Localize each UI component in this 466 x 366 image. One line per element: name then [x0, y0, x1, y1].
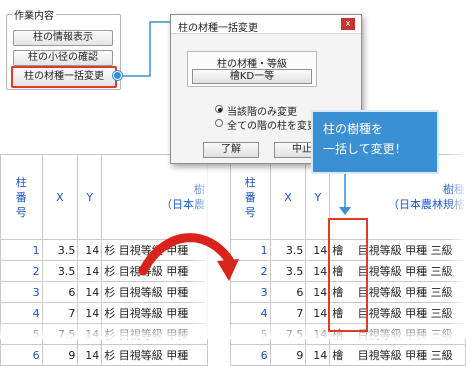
material-group-box: 柱の材種・等級 檜KD一等 [187, 51, 317, 87]
y-value: 14 [305, 344, 331, 366]
dialog-connector-line [122, 21, 171, 77]
grade-value: 目視等級 甲種 三級 [355, 344, 466, 366]
material-select[interactable]: 檜KD一等 [192, 69, 312, 84]
material-value: 杉 目視等級 甲種 [101, 344, 208, 366]
species-value: 檜 [329, 344, 356, 366]
radio-current-floor[interactable] [215, 105, 223, 113]
callout-line-2: 一括して変更！ [323, 142, 407, 156]
radio-all-floors-label: 全ての階の柱を変更 [227, 121, 317, 132]
dialog-titlebar: 柱の材種一括変更 x [171, 15, 361, 34]
close-icon[interactable]: x [341, 18, 355, 30]
table-row[interactable]: 6 9 14 杉 目視等級 甲種 [0, 344, 208, 366]
x-value: 9 [41, 344, 79, 366]
column-number: 6 [0, 344, 43, 366]
ok-button[interactable]: 了解 [203, 142, 259, 158]
table-row[interactable]: 6 9 14 檜目視等級 甲種 三級 [230, 344, 466, 366]
callout-pointer-arrowhead [339, 207, 351, 215]
x-value: 9 [269, 344, 307, 366]
radio-current-floor-label: 当該階のみ変更 [227, 107, 297, 118]
column-number: 6 [230, 344, 271, 366]
radio-all-floors[interactable] [215, 119, 223, 127]
callout-line-1: 柱の樹種を [323, 122, 384, 136]
species-change-callout: 柱の樹種を 一括して変更！ [311, 110, 439, 174]
transition-arrow-icon [138, 233, 239, 281]
y-value: 14 [77, 344, 103, 366]
dialog-title: 柱の材種一括変更 [178, 23, 258, 34]
material-group-label: 柱の材種・等級 [217, 59, 287, 70]
